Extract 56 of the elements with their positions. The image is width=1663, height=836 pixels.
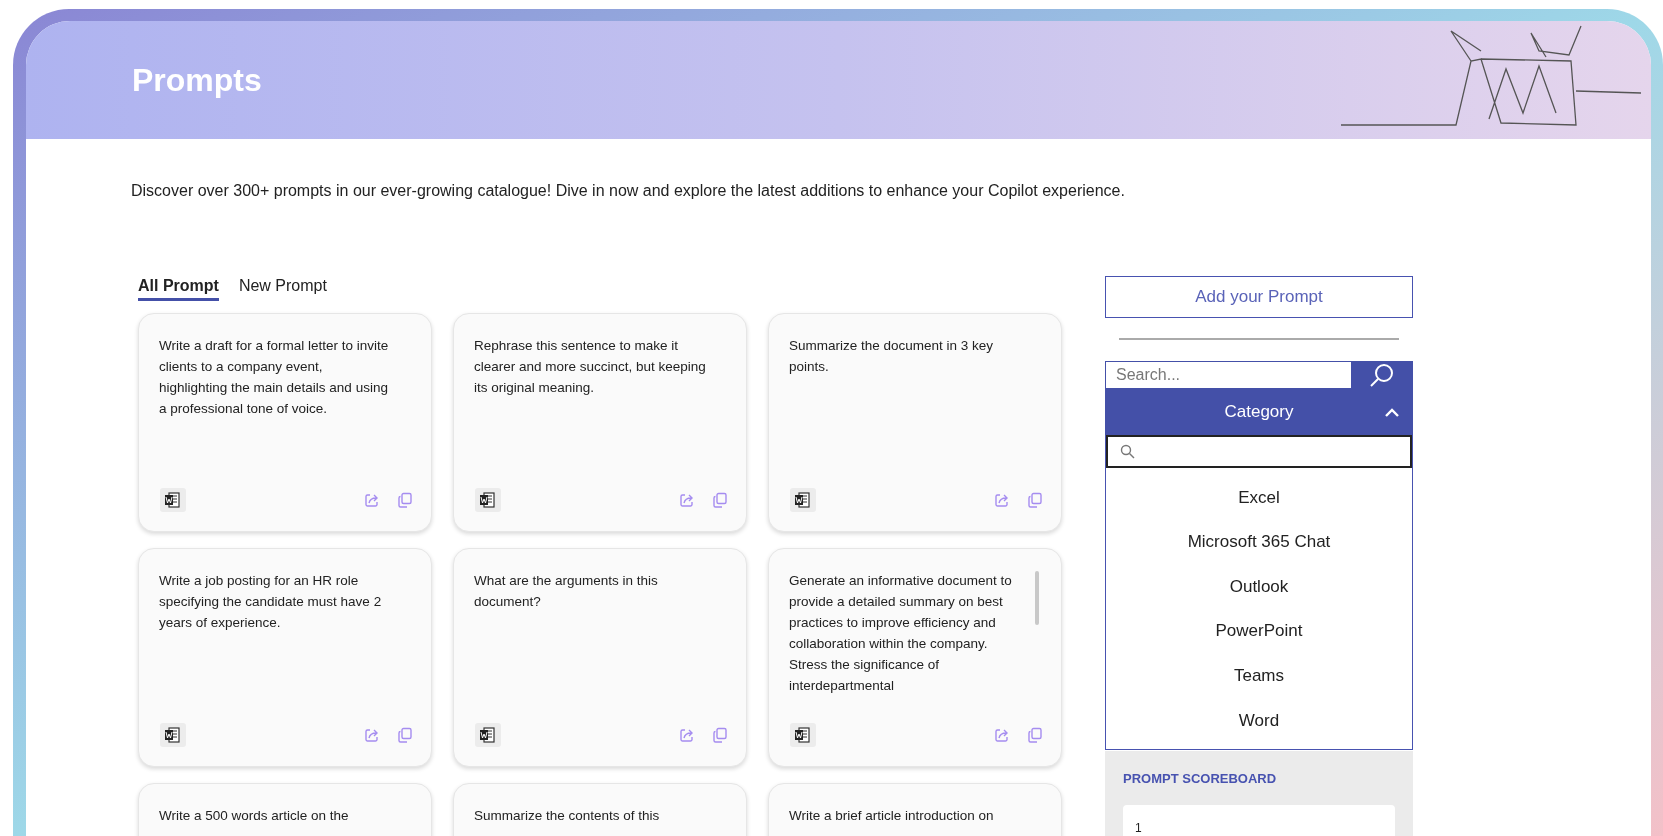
search-icon xyxy=(1120,444,1135,459)
category-option[interactable]: Teams xyxy=(1106,653,1412,698)
scoreboard-title: PROMPT SCOREBOARD xyxy=(1123,769,1278,788)
copy-icon[interactable] xyxy=(1027,492,1043,508)
search-icon[interactable] xyxy=(1369,363,1395,387)
scrollbar-thumb[interactable] xyxy=(1035,571,1039,625)
copy-icon[interactable] xyxy=(712,727,728,743)
share-icon[interactable] xyxy=(994,727,1010,743)
prompt-card[interactable]: Write a brief article introduction on xyxy=(768,783,1062,836)
scoreboard-entry: 1 xyxy=(1123,805,1395,836)
add-prompt-button[interactable]: Add your Prompt xyxy=(1105,276,1413,318)
share-icon[interactable] xyxy=(364,492,380,508)
prompt-text: Write a job posting for an HR role specifying the candidate must have 2 years of experience. xyxy=(159,572,383,632)
word-document-icon[interactable] xyxy=(160,488,186,512)
category-option[interactable]: Word xyxy=(1106,697,1412,743)
prompt-card[interactable]: Generate an informative document to provide a detailed summary on best practices to improve efficiency and collaboration within the company. Stress the significance of interdepartmental xyxy=(768,548,1062,767)
category-filter-field[interactable] xyxy=(1106,435,1412,468)
intro-text: Discover over 300+ prompts in our ever-growing catalogue! Dive in now and explore the latest additions to enhance your Copilot experience. xyxy=(131,181,1126,201)
word-document-icon[interactable] xyxy=(475,488,501,512)
share-icon[interactable] xyxy=(994,492,1010,508)
tab[interactable]: All Prompt xyxy=(138,273,219,301)
prompt-text: Summarize the contents of this xyxy=(474,807,661,825)
word-document-icon[interactable] xyxy=(790,488,816,512)
search-field[interactable]: Search... xyxy=(1106,362,1351,388)
prompt-text: Generate an informative document to provide a detailed summary on best practices to improve efficiency and collaboration within the company. Stress the significance of interdepartmental xyxy=(789,572,1013,695)
prompt-card[interactable]: Summarize the contents of this xyxy=(453,783,747,836)
tab[interactable]: New Prompt xyxy=(238,273,327,301)
chevron-icon[interactable] xyxy=(1385,408,1399,417)
prompt-text: Write a draft for a formal letter to invite clients to a company event, highlighting the main details and using a professional tone of voice. xyxy=(159,337,390,418)
category-option[interactable]: Outlook xyxy=(1106,564,1412,609)
prompt-card[interactable]: Write a draft for a formal letter to invite clients to a company event, highlighting the main details and using a professional tone of voice. xyxy=(138,313,432,532)
word-document-icon[interactable] xyxy=(160,723,186,747)
word-document-icon[interactable] xyxy=(790,723,816,747)
category-option[interactable]: PowerPoint xyxy=(1106,608,1412,654)
copy-icon[interactable] xyxy=(1027,727,1043,743)
prompt-text: Write a 500 words article on the xyxy=(159,807,350,825)
category-option[interactable]: Excel xyxy=(1106,475,1412,520)
prompt-card[interactable]: Write a 500 words article on the xyxy=(138,783,432,836)
prompt-card[interactable]: Write a job posting for an HR role specifying the candidate must have 2 years of experience. xyxy=(138,548,432,767)
category-option[interactable]: Microsoft 365 Chat xyxy=(1106,519,1412,565)
copy-icon[interactable] xyxy=(397,492,413,508)
copy-icon[interactable] xyxy=(397,727,413,743)
prompt-card[interactable]: Rephrase this sentence to make it clearer and more succinct, but keeping its original meaning. xyxy=(453,313,747,532)
share-icon[interactable] xyxy=(679,727,695,743)
share-icon[interactable] xyxy=(679,492,695,508)
prompt-text: Rephrase this sentence to make it clearer and more succinct, but keeping its original meaning. xyxy=(474,337,706,397)
share-icon[interactable] xyxy=(364,727,380,743)
prompt-text: Summarize the document in 3 key points. xyxy=(789,337,995,376)
prompt-card[interactable]: Summarize the document in 3 key points. xyxy=(768,313,1062,532)
prompt-text: What are the arguments in this document? xyxy=(474,572,659,611)
category-dropdown[interactable]: Category xyxy=(1105,389,1413,435)
prompt-card[interactable]: What are the arguments in this document? xyxy=(453,548,747,767)
word-document-icon[interactable] xyxy=(475,723,501,747)
page-title: Prompts xyxy=(132,61,262,100)
prompt-text: Write a brief article introduction on xyxy=(789,807,995,825)
copy-icon[interactable] xyxy=(712,492,728,508)
